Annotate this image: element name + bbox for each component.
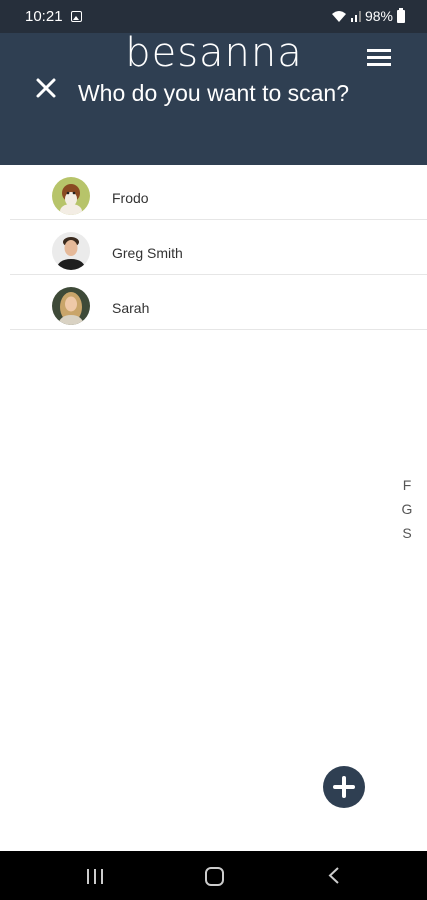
avatar	[52, 177, 90, 215]
status-time: 10:21	[25, 8, 63, 25]
menu-icon[interactable]	[366, 46, 392, 68]
battery-icon	[397, 7, 405, 23]
page-title: Who do you want to scan?	[77, 80, 350, 106]
avatar	[52, 232, 90, 270]
person-name: Greg Smith	[112, 245, 183, 261]
index-letter-f[interactable]: F	[400, 477, 414, 501]
add-person-button[interactable]	[323, 766, 365, 808]
people-list: Frodo Greg Smith Sarah	[10, 165, 427, 330]
alphabet-index: F G S	[400, 477, 414, 549]
wifi-icon	[331, 10, 346, 22]
gallery-notification-icon	[71, 11, 82, 22]
signal-icon	[350, 11, 361, 22]
status-bar: 10:21 98%	[0, 0, 427, 33]
recents-icon[interactable]	[87, 869, 105, 884]
person-name: Sarah	[112, 300, 150, 316]
avatar	[52, 287, 90, 325]
person-row-frodo[interactable]: Frodo	[10, 165, 427, 220]
home-icon[interactable]	[205, 867, 224, 886]
svg-text:besanna: besanna	[125, 34, 303, 74]
index-letter-s[interactable]: S	[400, 525, 414, 549]
person-name: Frodo	[112, 190, 149, 206]
app-header: besanna Who do you want to scan?	[0, 33, 427, 165]
back-icon[interactable]	[328, 867, 340, 884]
person-row-greg-smith[interactable]: Greg Smith	[10, 220, 427, 275]
person-row-sarah[interactable]: Sarah	[10, 275, 427, 330]
status-right: 98%	[331, 7, 405, 24]
system-nav-bar	[0, 851, 427, 900]
index-letter-g[interactable]: G	[400, 501, 414, 525]
battery-percent: 98%	[364, 8, 393, 24]
besanna-logo: besanna	[125, 34, 303, 74]
